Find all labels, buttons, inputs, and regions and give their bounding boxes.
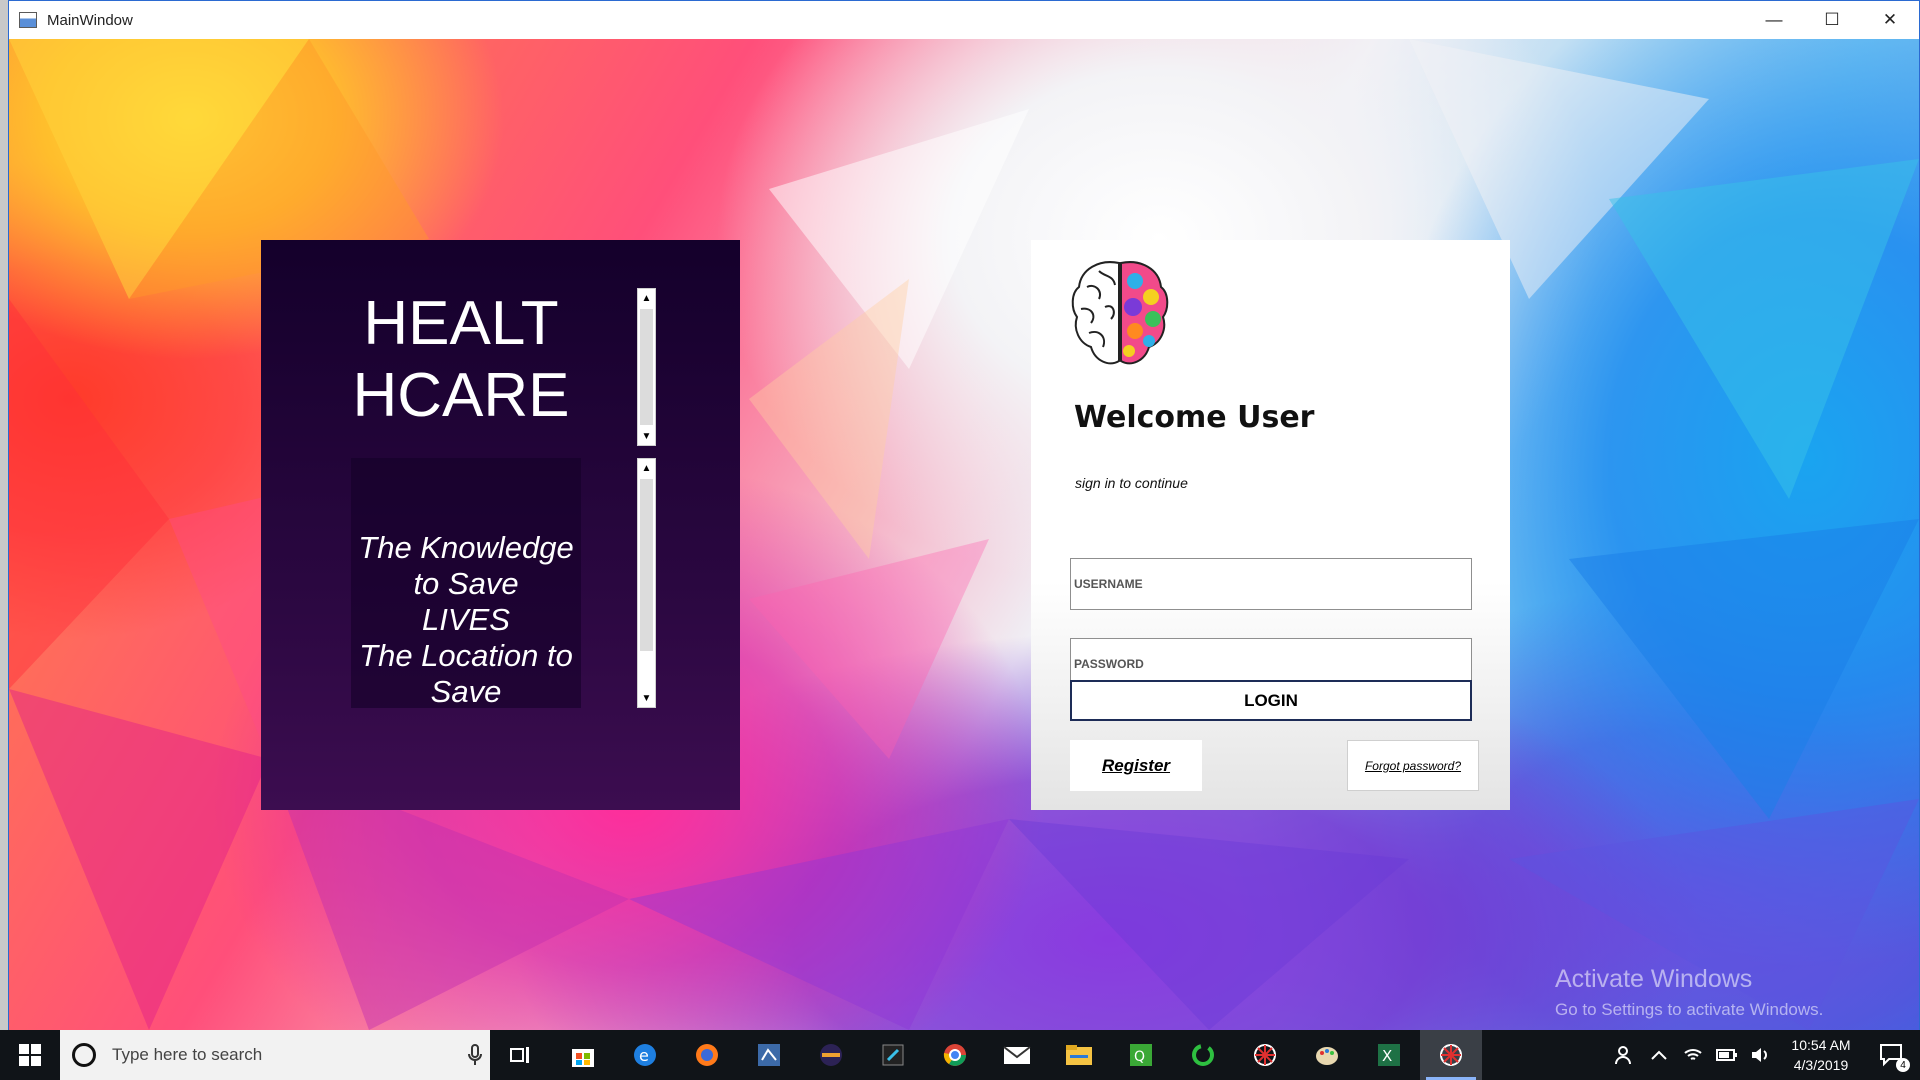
scroll-thumb[interactable] — [640, 309, 653, 425]
eclipse-icon[interactable] — [800, 1030, 862, 1080]
register-button[interactable]: Register — [1070, 740, 1202, 791]
close-button[interactable]: ✕ — [1861, 1, 1919, 39]
title-bar: MainWindow — ☐ ✕ — [9, 1, 1919, 39]
banner-title: HEALTHCARE — [352, 289, 570, 430]
people-icon[interactable] — [1608, 1030, 1642, 1080]
pinned-apps: e Q X — [490, 1030, 1482, 1080]
title-scroll-area[interactable]: HEALTHCARE — [351, 288, 581, 446]
healthcare-banner: HEALTHCARE ▲ ▼ The Knowledge to Save LIV… — [261, 240, 740, 810]
qlik-icon[interactable]: Q — [1110, 1030, 1172, 1080]
svg-text:Q: Q — [1134, 1049, 1145, 1065]
wifi-icon[interactable] — [1676, 1030, 1710, 1080]
show-hidden-icons-chevron-icon[interactable] — [1642, 1030, 1676, 1080]
firefox-like-icon[interactable] — [676, 1030, 738, 1080]
username-field[interactable]: USERNAME — [1070, 558, 1472, 610]
cortana-icon — [72, 1043, 96, 1067]
title-scrollbar[interactable]: ▲ ▼ — [637, 288, 656, 446]
action-center-button[interactable]: 4 — [1864, 1030, 1920, 1080]
search-placeholder: Type here to search — [112, 1045, 263, 1064]
task-view-icon[interactable] — [490, 1030, 552, 1080]
clock-time: 10:54 AM — [1791, 1037, 1851, 1053]
notification-count: 4 — [1896, 1058, 1910, 1072]
paint-icon[interactable] — [1296, 1030, 1358, 1080]
mail-icon[interactable] — [986, 1030, 1048, 1080]
volume-icon[interactable] — [1744, 1030, 1778, 1080]
scroll-down-arrow-icon[interactable]: ▼ — [638, 427, 655, 445]
excel-icon[interactable]: X — [1358, 1030, 1420, 1080]
desktop-edge — [0, 0, 8, 1030]
tagline-scroll-area[interactable]: The Knowledge to Save LIVES The Location… — [351, 458, 581, 708]
app-blue-icon[interactable] — [738, 1030, 800, 1080]
login-button[interactable]: LOGIN — [1070, 680, 1472, 721]
scroll-up-arrow-icon[interactable]: ▲ — [638, 289, 655, 307]
watermark-subtitle: Go to Settings to activate Windows. — [1555, 1000, 1824, 1019]
banner-tagline: The Knowledge to Save LIVES The Location… — [358, 530, 574, 708]
windows-logo-icon — [19, 1044, 41, 1066]
taskbar: Type here to search e Q X 10:54 AM 4/3/2… — [0, 1030, 1920, 1080]
green-ring-icon[interactable] — [1172, 1030, 1234, 1080]
main-window: MainWindow — ☐ ✕ HEALTHCARE ▲ ▼ The Know… — [8, 0, 1920, 1030]
window-content: HEALTHCARE ▲ ▼ The Knowledge to Save LIV… — [9, 39, 1919, 1030]
welcome-heading: Welcome User — [1074, 400, 1315, 435]
minimize-button[interactable]: — — [1745, 1, 1803, 39]
window-title: MainWindow — [47, 11, 133, 29]
battery-icon[interactable] — [1710, 1030, 1744, 1080]
login-card: Welcome User sign in to continue USERNAM… — [1031, 240, 1510, 810]
spider-app-active-icon[interactable] — [1420, 1030, 1482, 1080]
maximize-button[interactable]: ☐ — [1803, 1, 1861, 39]
system-tray: 10:54 AM 4/3/2019 4 — [1608, 1030, 1920, 1080]
taskbar-clock[interactable]: 10:54 AM 4/3/2019 — [1778, 1035, 1864, 1075]
file-explorer-icon[interactable] — [1048, 1030, 1110, 1080]
taskbar-search-box[interactable]: Type here to search — [60, 1030, 490, 1080]
activate-windows-watermark: Activate Windows Go to Settings to activ… — [1555, 965, 1823, 1020]
microphone-icon[interactable] — [460, 1044, 490, 1066]
scroll-thumb[interactable] — [640, 479, 653, 651]
scroll-up-arrow-icon[interactable]: ▲ — [638, 459, 655, 477]
svg-text:X: X — [1382, 1047, 1392, 1065]
forgot-password-button[interactable]: Forgot password? — [1347, 740, 1479, 791]
tagline-scrollbar[interactable]: ▲ ▼ — [637, 458, 656, 708]
signin-subtitle: sign in to continue — [1075, 475, 1188, 491]
chrome-icon[interactable] — [924, 1030, 986, 1080]
brain-logo-icon — [1071, 261, 1169, 365]
app-dark-icon[interactable] — [862, 1030, 924, 1080]
spider-app-icon[interactable] — [1234, 1030, 1296, 1080]
svg-text:e: e — [639, 1046, 649, 1065]
app-window-icon — [19, 12, 37, 28]
watermark-title: Activate Windows — [1555, 965, 1753, 993]
edge-icon[interactable]: e — [614, 1030, 676, 1080]
window-controls: — ☐ ✕ — [1745, 1, 1919, 39]
store-icon[interactable] — [552, 1030, 614, 1080]
start-button[interactable] — [0, 1030, 60, 1080]
scroll-down-arrow-icon[interactable]: ▼ — [638, 689, 655, 707]
clock-date: 4/3/2019 — [1793, 1057, 1849, 1073]
